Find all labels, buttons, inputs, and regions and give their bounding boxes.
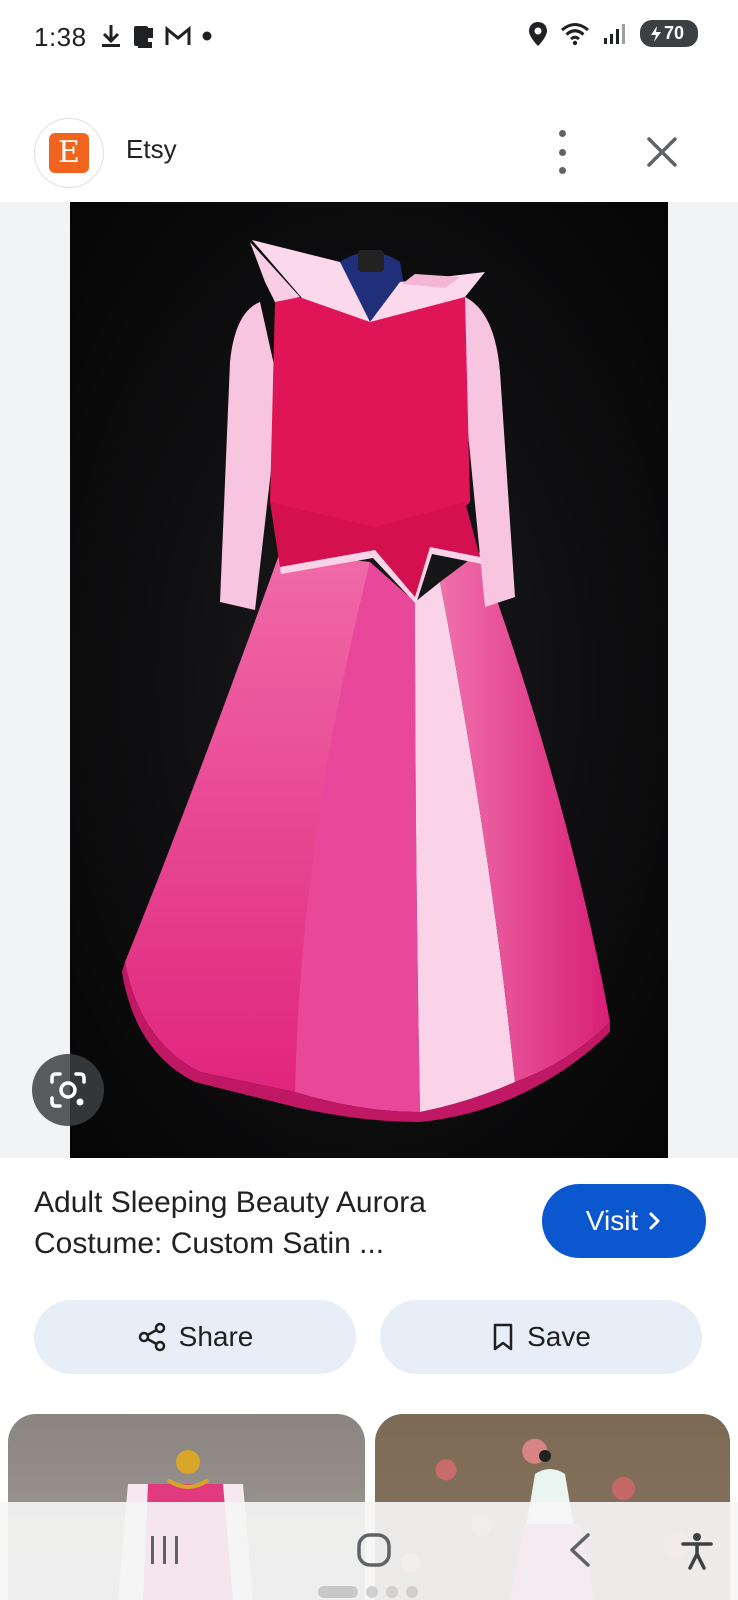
notification-dot-icon — [202, 31, 212, 41]
etsy-logo-icon: E — [49, 133, 89, 173]
home-icon — [357, 1533, 391, 1567]
recents-icon — [151, 1536, 178, 1564]
page-indicator-dot — [386, 1586, 398, 1598]
charging-bolt-icon — [650, 25, 661, 42]
gmail-icon — [165, 25, 191, 45]
dress-illustration — [70, 202, 668, 1158]
home-button[interactable] — [356, 1532, 392, 1568]
google-lens-button[interactable] — [32, 1054, 104, 1126]
save-button[interactable]: Save — [380, 1300, 702, 1374]
accessibility-button[interactable] — [680, 1532, 714, 1570]
status-bar: 1:38 70 — [0, 0, 738, 76]
source-header: E Etsy — [0, 110, 738, 200]
download-icon — [102, 25, 120, 47]
close-icon — [647, 137, 677, 167]
site-favicon[interactable]: E — [34, 118, 104, 188]
close-button[interactable] — [640, 130, 684, 174]
more-vert-icon — [558, 130, 566, 137]
share-button[interactable]: Share — [34, 1300, 356, 1374]
lens-icon — [50, 1072, 86, 1108]
system-nav-bar — [0, 1502, 738, 1600]
status-time: 1:38 — [34, 22, 87, 52]
chevron-right-icon — [649, 1212, 660, 1230]
location-icon — [528, 21, 547, 46]
more-vert-dot — [558, 167, 566, 174]
product-image[interactable] — [70, 202, 668, 1158]
recent-apps-button[interactable] — [148, 1534, 182, 1566]
status-right-icons: 70 — [528, 20, 698, 47]
visit-label: Visit — [585, 1205, 639, 1236]
more-options-button[interactable] — [548, 130, 576, 174]
wifi-icon — [561, 22, 589, 45]
share-label: Share — [178, 1321, 254, 1352]
more-vert-dot — [558, 148, 566, 156]
site-name[interactable]: Etsy — [126, 134, 177, 165]
bookmark-icon — [493, 1323, 513, 1351]
page-indicator-dot — [366, 1586, 378, 1598]
visit-button[interactable]: Visit — [542, 1184, 706, 1258]
result-title[interactable]: Adult Sleeping Beauty Aurora Costume: Cu… — [34, 1182, 504, 1264]
accessibility-icon — [681, 1533, 713, 1570]
battery-level: 70 — [663, 23, 684, 43]
save-label: Save — [527, 1321, 591, 1352]
sim-icon — [134, 26, 153, 48]
image-viewer[interactable] — [0, 202, 738, 1158]
battery-icon: 70 — [639, 20, 698, 47]
back-icon — [570, 1533, 590, 1567]
page-indicator — [318, 1586, 418, 1598]
back-button[interactable] — [566, 1532, 594, 1568]
page-indicator-dot — [406, 1586, 418, 1598]
screen: 1:38 70 E Etsy Adult Sleeping Beauty Aur… — [0, 0, 738, 1600]
status-left-icons — [100, 22, 214, 50]
page-indicator-dot — [318, 1586, 358, 1598]
signal-icon — [603, 23, 625, 44]
share-icon — [138, 1322, 165, 1352]
